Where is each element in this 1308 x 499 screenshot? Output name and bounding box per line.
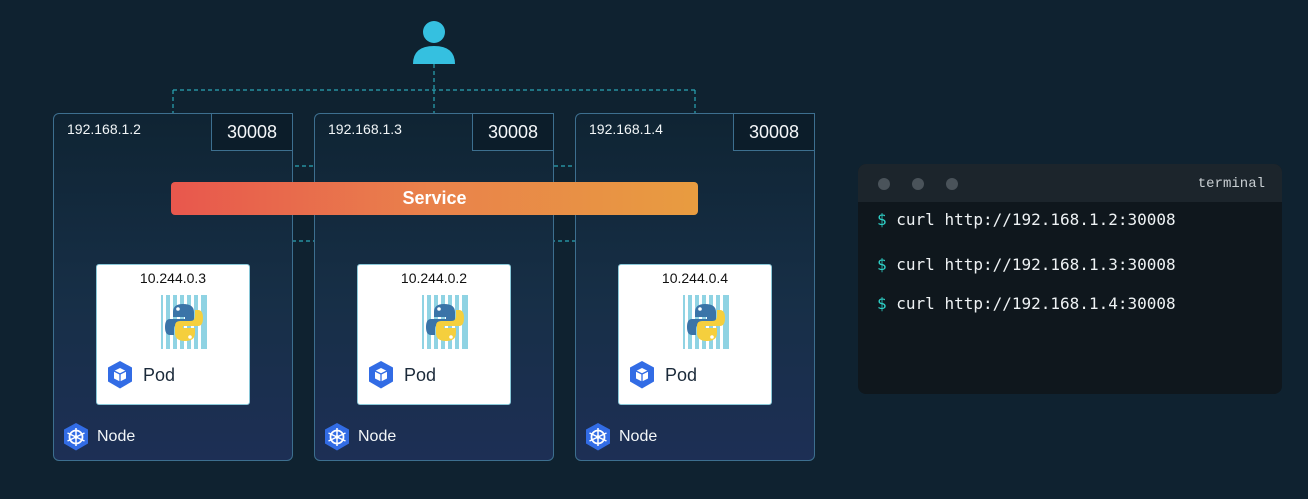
node-text: Node [619, 428, 658, 445]
python-container-icon [161, 295, 207, 349]
command-text: curl http://192.168.1.4:30008 [896, 294, 1176, 313]
pod-label: Pod [627, 360, 697, 390]
python-container-icon [683, 295, 729, 349]
pod-ip: 10.244.0.3 [139, 270, 207, 286]
pod-ip: 10.244.0.4 [661, 270, 729, 286]
pod-3: 10.244.0.4 Pod [618, 264, 772, 405]
command-text: curl http://192.168.1.3:30008 [896, 255, 1176, 274]
node-3: 192.168.1.4 30008 10.244.0.4 Pod Node [575, 113, 815, 461]
terminal-line: $ curl http://192.168.1.3:30008 [877, 255, 1176, 274]
pod-cube-icon [108, 361, 132, 389]
pod-label: Pod [105, 360, 175, 390]
node-port: 30008 [733, 113, 815, 151]
diagram: 192.168.1.2 30008 10.244.0.3 Pod Node 19… [0, 0, 1308, 499]
node-ip: 192.168.1.3 [328, 121, 402, 137]
window-dot-icon [878, 178, 890, 190]
kubernetes-icon [586, 423, 610, 451]
prompt-symbol: $ [877, 210, 887, 229]
command-text: curl http://192.168.1.2:30008 [896, 210, 1176, 229]
terminal-title: terminal [1197, 176, 1265, 192]
pod-cube-icon [630, 361, 654, 389]
node-label: Node [61, 422, 135, 452]
kubernetes-icon [325, 423, 349, 451]
prompt-symbol: $ [877, 294, 887, 313]
node-label: Node [322, 422, 396, 452]
node-port: 30008 [211, 113, 293, 151]
node-text: Node [358, 428, 397, 445]
node-label: Node [583, 422, 657, 452]
pod-text: Pod [665, 364, 698, 385]
node-port: 30008 [472, 113, 554, 151]
terminal-titlebar: terminal [858, 164, 1282, 202]
service-bar: Service [171, 182, 698, 215]
pod-1: 10.244.0.3 Pod [96, 264, 250, 405]
user-icon [413, 21, 455, 64]
node-ip: 192.168.1.4 [589, 121, 663, 137]
prompt-symbol: $ [877, 255, 887, 274]
python-container-icon [422, 295, 468, 349]
pod-ip: 10.244.0.2 [400, 270, 468, 286]
node-text: Node [97, 428, 136, 445]
node-ip: 192.168.1.2 [67, 121, 141, 137]
pod-text: Pod [404, 364, 437, 385]
window-dot-icon [912, 178, 924, 190]
pod-label: Pod [366, 360, 436, 390]
node-1: 192.168.1.2 30008 10.244.0.3 Pod Node [53, 113, 293, 461]
node-2: 192.168.1.3 30008 10.244.0.2 Pod Node [314, 113, 554, 461]
pod-2: 10.244.0.2 Pod [357, 264, 511, 405]
pod-text: Pod [143, 364, 176, 385]
kubernetes-icon [64, 423, 88, 451]
window-dot-icon [946, 178, 958, 190]
terminal-window: terminal $ curl http://192.168.1.2:30008… [858, 164, 1282, 394]
pod-cube-icon [369, 361, 393, 389]
terminal-line: $ curl http://192.168.1.2:30008 [877, 210, 1176, 229]
terminal-line: $ curl http://192.168.1.4:30008 [877, 294, 1176, 313]
